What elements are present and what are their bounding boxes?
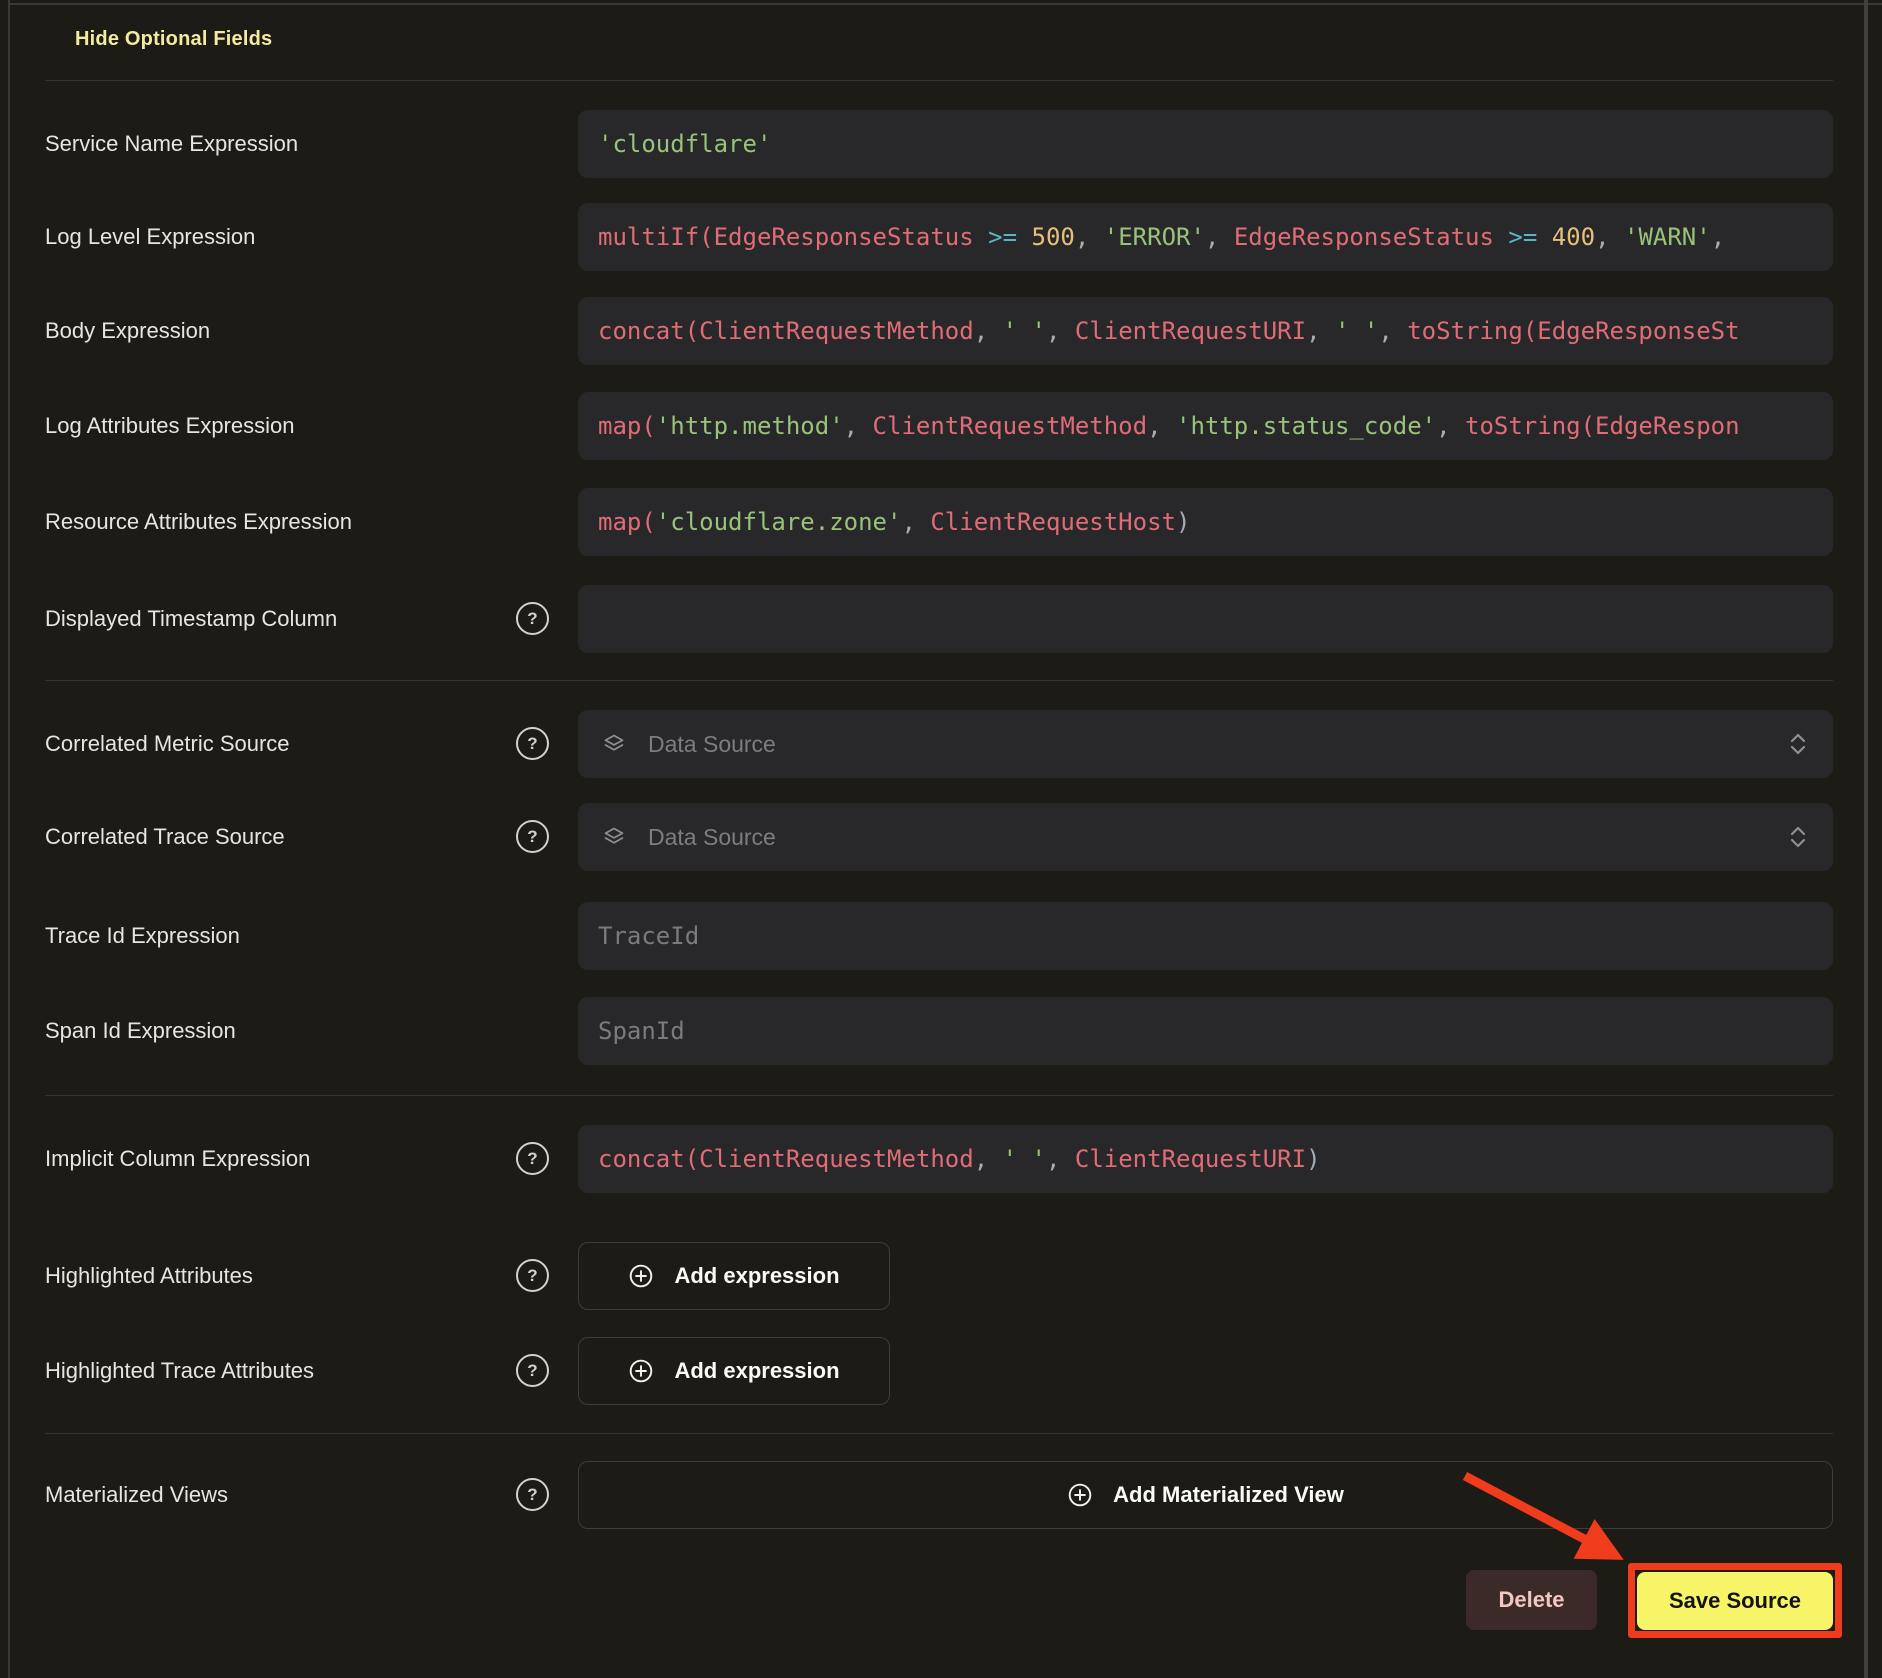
body-expression-label: Body Expression — [45, 297, 210, 365]
add-materialized-view-button[interactable]: Add Materialized View — [578, 1461, 1833, 1529]
help-icon[interactable]: ? — [516, 1142, 549, 1175]
select-placeholder: Data Source — [648, 824, 1787, 851]
select-placeholder: Data Source — [648, 731, 1787, 758]
layers-icon — [602, 825, 626, 849]
trace-id-label: Trace Id Expression — [45, 902, 240, 970]
service-name-input[interactable]: 'cloudflare' — [578, 110, 1833, 178]
correlated-trace-select[interactable]: Data Source — [578, 803, 1833, 871]
materialized-views-label: Materialized Views — [45, 1461, 228, 1529]
implicit-column-input[interactable]: concat(ClientRequestMethod, ' ', ClientR… — [578, 1125, 1833, 1193]
resource-attributes-label: Resource Attributes Expression — [45, 488, 352, 556]
circle-plus-icon — [1067, 1482, 1093, 1508]
hide-optional-fields-link[interactable]: Hide Optional Fields — [75, 28, 272, 51]
correlated-trace-label: Correlated Trace Source — [45, 803, 285, 871]
circle-plus-icon — [628, 1358, 654, 1384]
circle-plus-icon — [628, 1263, 654, 1289]
help-icon[interactable]: ? — [516, 1259, 549, 1292]
chevron-updown-icon — [1787, 731, 1809, 757]
panel-top-border — [8, 3, 1882, 5]
resource-attributes-row: Resource Attributes Expression map('clou… — [0, 488, 1882, 556]
delete-button[interactable]: Delete — [1466, 1570, 1597, 1630]
section-divider — [45, 1095, 1833, 1096]
highlighted-attributes-label: Highlighted Attributes — [45, 1242, 253, 1310]
highlighted-attributes-row: Highlighted Attributes ? Add expression — [0, 1242, 1882, 1310]
section-divider — [45, 680, 1833, 681]
displayed-timestamp-input[interactable] — [578, 585, 1833, 653]
layers-icon — [602, 732, 626, 756]
body-expression-row: Body Expression concat(ClientRequestMeth… — [0, 297, 1882, 365]
log-level-input[interactable]: multiIf(EdgeResponseStatus >= 500, 'ERRO… — [578, 203, 1833, 271]
add-expression-button[interactable]: Add expression — [578, 1242, 890, 1310]
span-id-label: Span Id Expression — [45, 997, 236, 1065]
input-placeholder: SpanId — [578, 1017, 685, 1045]
add-expression-label: Add expression — [674, 1263, 839, 1289]
highlighted-trace-attributes-row: Highlighted Trace Attributes ? Add expre… — [0, 1337, 1882, 1405]
help-icon[interactable]: ? — [516, 820, 549, 853]
log-attributes-input[interactable]: map('http.method', ClientRequestMethod, … — [578, 392, 1833, 460]
add-materialized-view-label: Add Materialized View — [1113, 1482, 1344, 1508]
section-divider — [45, 1433, 1833, 1434]
help-icon[interactable]: ? — [516, 1478, 549, 1511]
span-id-row: Span Id Expression SpanId — [0, 997, 1882, 1065]
input-placeholder: TraceId — [578, 922, 699, 950]
source-settings-panel: Hide Optional Fields Service Name Expres… — [0, 0, 1882, 1678]
correlated-metric-label: Correlated Metric Source — [45, 710, 290, 778]
highlighted-trace-attributes-label: Highlighted Trace Attributes — [45, 1337, 314, 1405]
body-expression-input[interactable]: concat(ClientRequestMethod, ' ', ClientR… — [578, 297, 1833, 365]
displayed-timestamp-label: Displayed Timestamp Column — [45, 585, 337, 653]
span-id-input[interactable]: SpanId — [578, 997, 1833, 1065]
help-icon[interactable]: ? — [516, 1354, 549, 1387]
log-level-label: Log Level Expression — [45, 203, 255, 271]
log-level-row: Log Level Expression multiIf(EdgeRespons… — [0, 203, 1882, 271]
trace-id-row: Trace Id Expression TraceId — [0, 902, 1882, 970]
service-name-row: Service Name Expression 'cloudflare' — [0, 110, 1882, 178]
resource-attributes-input[interactable]: map('cloudflare.zone', ClientRequestHost… — [578, 488, 1833, 556]
service-name-label: Service Name Expression — [45, 110, 298, 178]
materialized-views-row: Materialized Views ? Add Materialized Vi… — [0, 1461, 1882, 1529]
log-attributes-row: Log Attributes Expression map('http.meth… — [0, 392, 1882, 460]
help-icon[interactable]: ? — [516, 602, 549, 635]
implicit-column-row: Implicit Column Expression ? concat(Clie… — [0, 1125, 1882, 1193]
help-icon[interactable]: ? — [516, 727, 549, 760]
add-expression-button[interactable]: Add expression — [578, 1337, 890, 1405]
log-attributes-label: Log Attributes Expression — [45, 392, 294, 460]
section-divider — [45, 80, 1833, 81]
add-expression-label: Add expression — [674, 1358, 839, 1384]
correlated-metric-row: Correlated Metric Source ? Data Source — [0, 710, 1882, 778]
save-source-button[interactable]: Save Source — [1637, 1572, 1833, 1630]
trace-id-input[interactable]: TraceId — [578, 902, 1833, 970]
correlated-trace-row: Correlated Trace Source ? Data Source — [0, 803, 1882, 871]
displayed-timestamp-row: Displayed Timestamp Column ? — [0, 585, 1882, 653]
correlated-metric-select[interactable]: Data Source — [578, 710, 1833, 778]
chevron-updown-icon — [1787, 824, 1809, 850]
implicit-column-label: Implicit Column Expression — [45, 1125, 310, 1193]
